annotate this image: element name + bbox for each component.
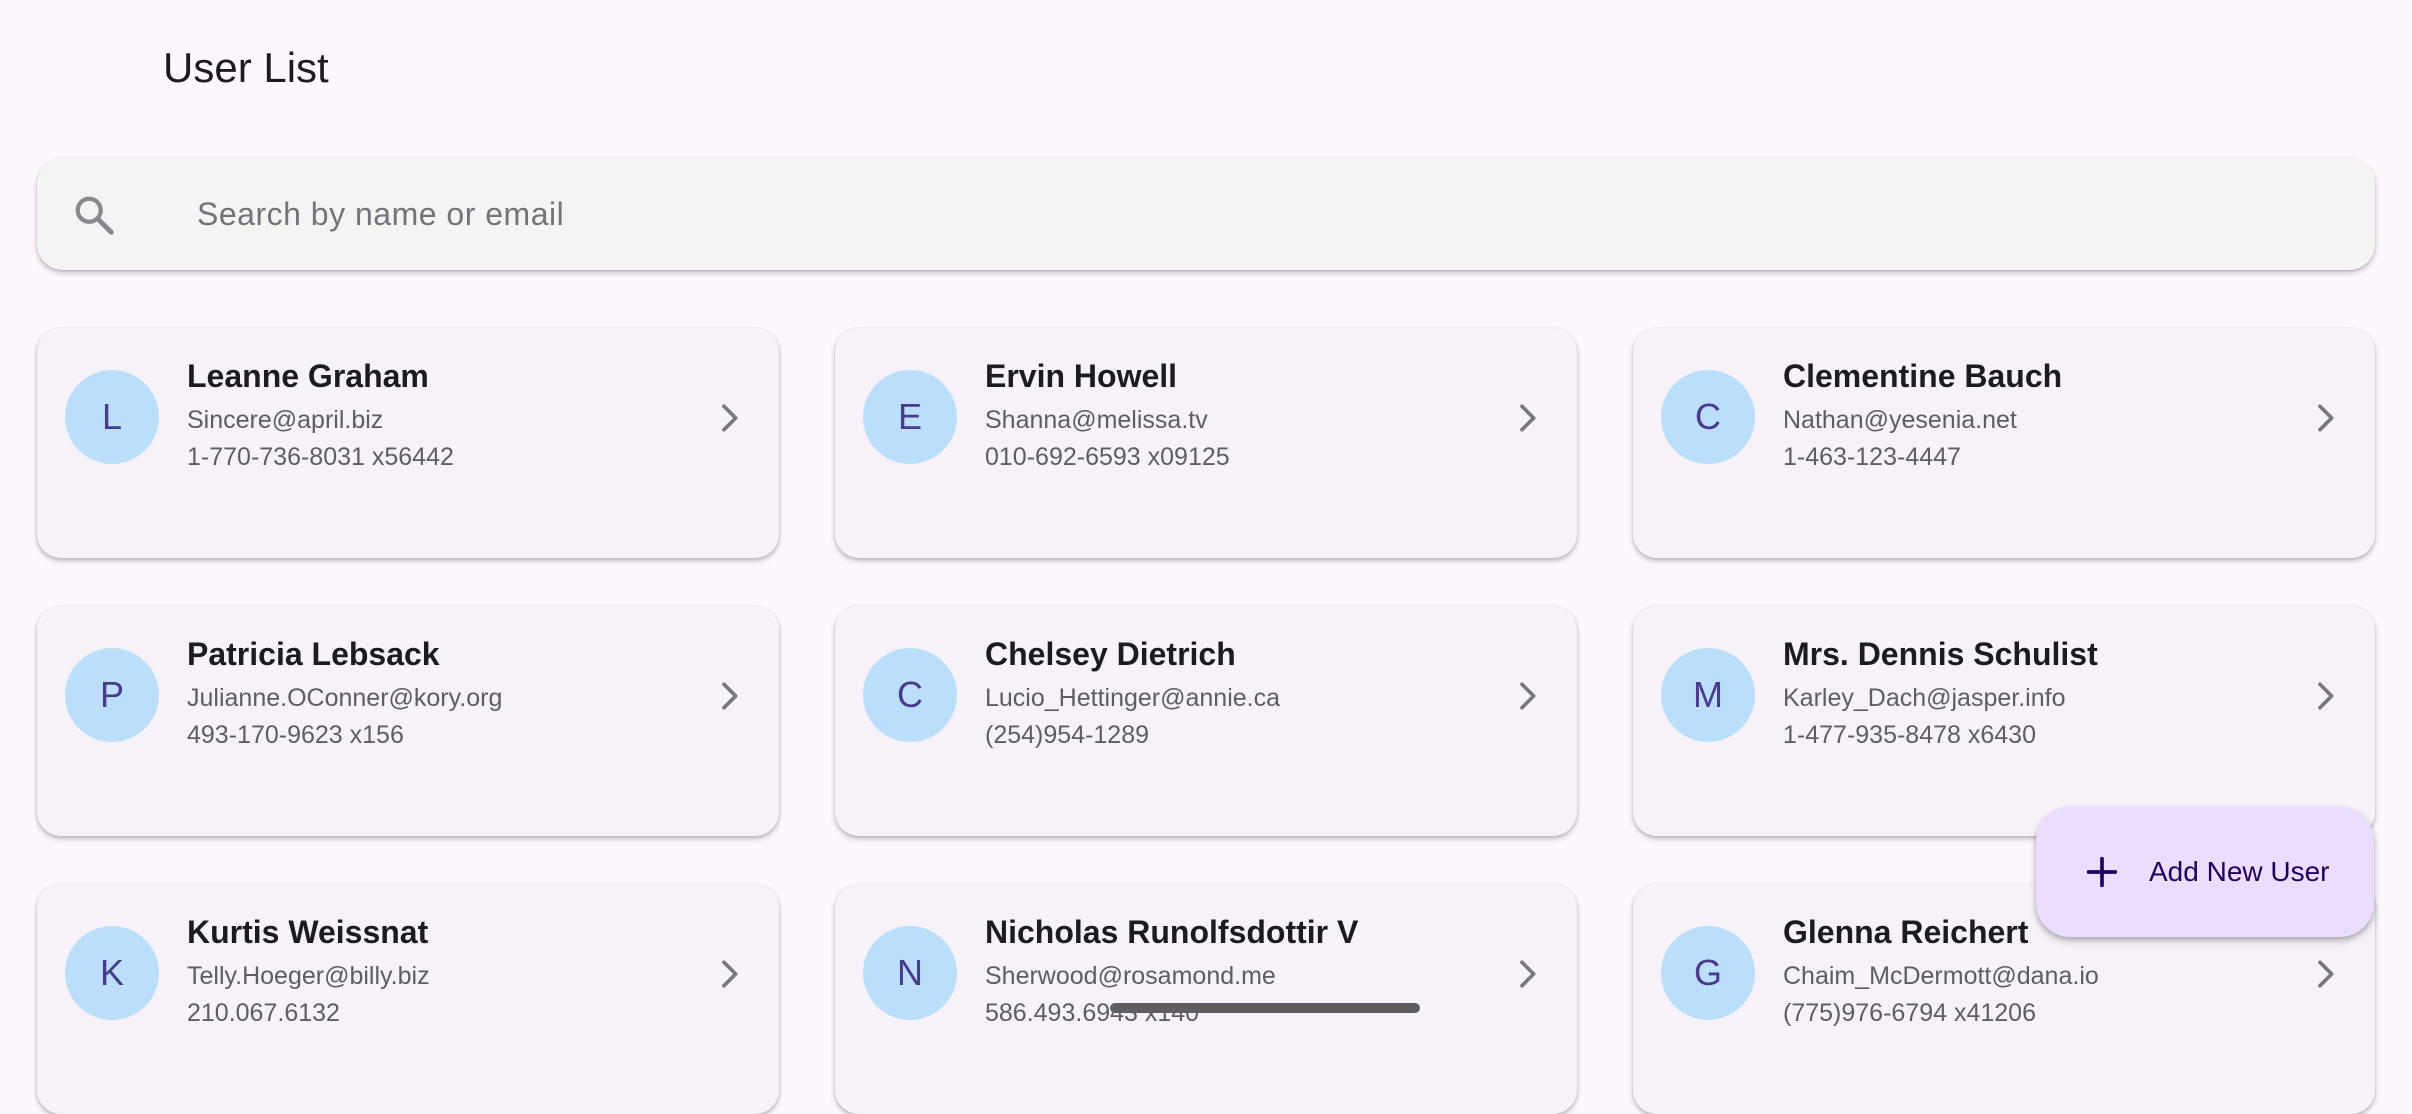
user-card[interactable]: P Patricia Lebsack Julianne.OConner@kory… [37, 606, 779, 836]
user-email: Lucio_Hettinger@annie.ca [985, 684, 1281, 712]
user-email: Chaim_McDermott@dana.io [1783, 962, 2099, 990]
user-phone: 586.493.6943 x140 [985, 999, 1200, 1027]
chevron-right-icon [722, 404, 738, 432]
app-bar: User List [0, 0, 2412, 140]
user-card[interactable]: C Chelsey Dietrich Lucio_Hettinger@annie… [835, 606, 1577, 836]
avatar: C [1661, 370, 1755, 464]
user-name: Leanne Graham [187, 358, 429, 394]
search-bar[interactable] [37, 158, 2377, 270]
user-email: Telly.Hoeger@billy.biz [187, 962, 430, 990]
page-title: User List [163, 44, 329, 91]
chevron-right-icon [2318, 960, 2334, 988]
user-phone: (775)976-6794 x41206 [1783, 999, 2036, 1027]
avatar: E [863, 370, 957, 464]
user-email: Julianne.OConner@kory.org [187, 684, 503, 712]
user-phone: 1-477-935-8478 x6430 [1783, 721, 2036, 749]
home-indicator[interactable] [1110, 1003, 1420, 1013]
user-card[interactable]: L Leanne Graham Sincere@april.biz 1-770-… [37, 328, 779, 558]
avatar: N [863, 926, 957, 1020]
user-email: Karley_Dach@jasper.info [1783, 684, 2066, 712]
user-phone: 1-770-736-8031 x56442 [187, 443, 454, 471]
user-phone: 010-692-6593 x09125 [985, 443, 1230, 471]
chevron-right-icon [722, 682, 738, 710]
avatar: P [65, 648, 159, 742]
user-email: Shanna@melissa.tv [985, 406, 1208, 434]
add-new-user-button[interactable]: Add New User [2036, 807, 2374, 937]
user-card[interactable]: E Ervin Howell Shanna@melissa.tv 010-692… [835, 328, 1577, 558]
user-name: Patricia Lebsack [187, 636, 440, 672]
avatar: L [65, 370, 159, 464]
chevron-right-icon [2318, 682, 2334, 710]
user-email: Nathan@yesenia.net [1783, 406, 2017, 434]
search-input[interactable] [159, 180, 2377, 248]
user-phone: 1-463-123-4447 [1783, 443, 1961, 471]
user-email: Sherwood@rosamond.me [985, 962, 1276, 990]
user-phone: 493-170-9623 x156 [187, 721, 404, 749]
avatar: G [1661, 926, 1755, 1020]
user-card[interactable]: C Clementine Bauch Nathan@yesenia.net 1-… [1633, 328, 2375, 558]
chevron-right-icon [2318, 404, 2334, 432]
user-name: Clementine Bauch [1783, 358, 2063, 394]
chevron-right-icon [1520, 682, 1536, 710]
chevron-right-icon [722, 960, 738, 988]
user-list: L Leanne Graham Sincere@april.biz 1-770-… [37, 328, 2375, 1114]
chevron-right-icon [1520, 404, 1536, 432]
user-name: Kurtis Weissnat [187, 914, 429, 950]
user-name: Nicholas Runolfsdottir V [985, 914, 1359, 950]
user-name: Mrs. Dennis Schulist [1783, 636, 2098, 672]
user-name: Chelsey Dietrich [985, 636, 1236, 672]
avatar: M [1661, 648, 1755, 742]
user-name: Ervin Howell [985, 358, 1178, 394]
user-name: Glenna Reichert [1783, 914, 2029, 950]
user-phone: (254)954-1289 [985, 721, 1150, 749]
user-card[interactable]: M Mrs. Dennis Schulist Karley_Dach@jaspe… [1633, 606, 2375, 836]
avatar: C [863, 648, 957, 742]
search-icon [75, 196, 114, 235]
user-email: Sincere@april.biz [187, 406, 384, 434]
user-card[interactable]: K Kurtis Weissnat Telly.Hoeger@billy.biz… [37, 884, 779, 1114]
add-new-user-label: Add New User [2149, 856, 2330, 887]
plus-icon [2086, 856, 2118, 888]
chevron-right-icon [1520, 960, 1536, 988]
avatar: K [65, 926, 159, 1020]
user-card[interactable]: N Nicholas Runolfsdottir V Sherwood@rosa… [835, 884, 1577, 1114]
user-phone: 210.067.6132 [187, 999, 340, 1027]
